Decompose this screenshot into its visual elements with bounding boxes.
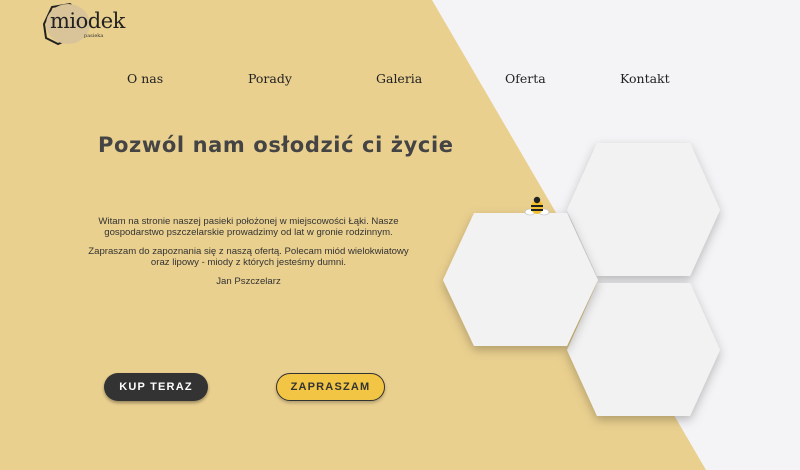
bee-icon: [524, 196, 550, 216]
hexagon-tile[interactable]: [567, 283, 720, 416]
hexagon-gallery: [443, 143, 720, 416]
hexagon-tile[interactable]: [567, 143, 720, 276]
hexagon-tile[interactable]: [443, 213, 598, 346]
